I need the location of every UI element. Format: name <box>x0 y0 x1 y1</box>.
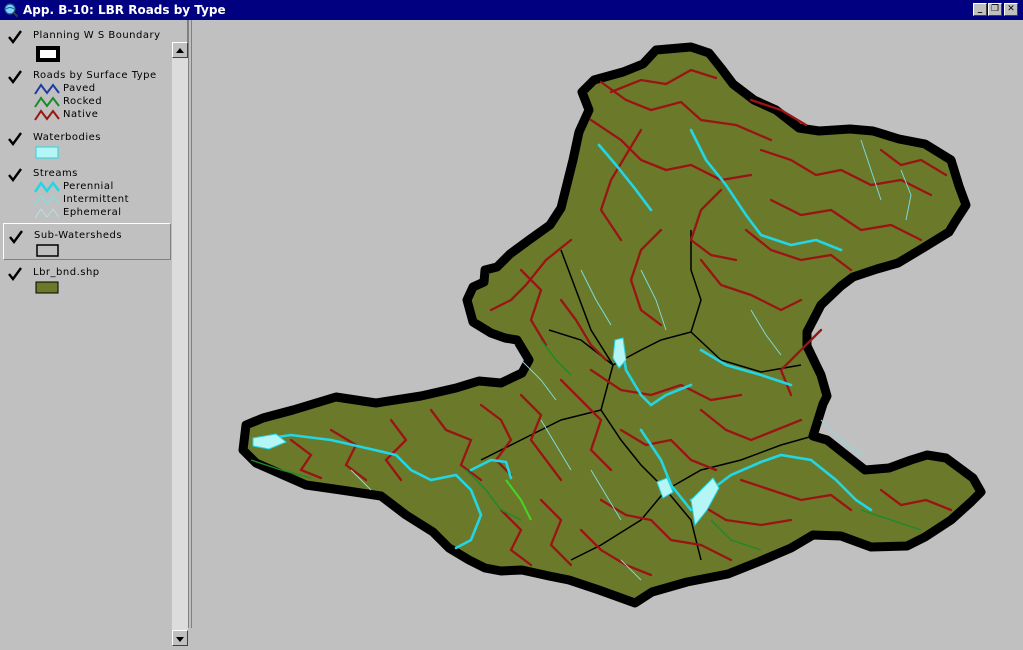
layer-name: Roads by Surface Type <box>33 70 157 81</box>
layer-streams[interactable]: Streams Perennial Intermittent Ephemeral <box>3 166 171 222</box>
class-label-paved: Paved <box>63 83 96 94</box>
checkmark-icon[interactable] <box>8 267 22 281</box>
stream-line-symbols <box>33 180 60 219</box>
class-label-intermittent: Intermittent <box>63 194 130 205</box>
scroll-up-button[interactable] <box>172 42 188 58</box>
arrow-down-icon <box>176 637 184 642</box>
scroll-down-button[interactable] <box>172 630 188 646</box>
class-label-rocked: Rocked <box>63 96 103 107</box>
watershed-boundary <box>238 42 986 608</box>
layer-roads-by-surface-type[interactable]: Roads by Surface Type Paved Rocked Nativ… <box>3 68 171 126</box>
class-label-perennial: Perennial <box>63 181 114 192</box>
window-title: App. B-10: LBR Roads by Type <box>23 3 226 17</box>
checkmark-icon[interactable] <box>8 70 22 84</box>
layer-name: Sub-Watersheds <box>34 230 123 241</box>
subwatershed-symbol <box>36 244 59 257</box>
arcview-globe-icon <box>4 3 19 18</box>
legend-scrollbar[interactable] <box>172 42 188 646</box>
boundary-symbol <box>36 46 60 62</box>
layer-planning-ws-boundary[interactable]: Planning W S Boundary <box>3 26 171 64</box>
layer-name: Planning W S Boundary <box>33 30 161 41</box>
layer-name: Lbr_bnd.shp <box>33 267 100 278</box>
land-fill-symbol <box>35 281 59 294</box>
checkmark-icon[interactable] <box>8 168 22 182</box>
window-titlebar: App. B-10: LBR Roads by Type _ ❐ ✕ <box>0 0 1023 20</box>
layer-name: Waterbodies <box>33 132 102 143</box>
watershed-map[interactable] <box>192 20 1023 628</box>
checkmark-icon[interactable] <box>9 230 23 244</box>
road-line-symbols <box>34 83 60 121</box>
legend-panel: Planning W S Boundary Roads by Surface T… <box>0 20 189 646</box>
restore-button[interactable]: ❐ <box>988 3 1002 16</box>
layer-name: Streams <box>33 168 78 179</box>
arrow-up-icon <box>176 48 184 53</box>
class-label-ephemeral: Ephemeral <box>63 207 122 218</box>
map-view[interactable] <box>191 20 1023 628</box>
class-label-native: Native <box>63 109 99 120</box>
layer-lbr-bnd[interactable]: Lbr_bnd.shp <box>3 264 171 298</box>
close-button[interactable]: ✕ <box>1004 3 1018 16</box>
layer-sub-watersheds[interactable]: Sub-Watersheds <box>3 223 171 260</box>
checkmark-icon[interactable] <box>8 132 22 146</box>
checkmark-icon[interactable] <box>8 30 22 44</box>
waterbody-fill-symbol <box>35 146 59 159</box>
layer-waterbodies[interactable]: Waterbodies <box>3 130 171 162</box>
minimize-button[interactable]: _ <box>973 3 987 16</box>
